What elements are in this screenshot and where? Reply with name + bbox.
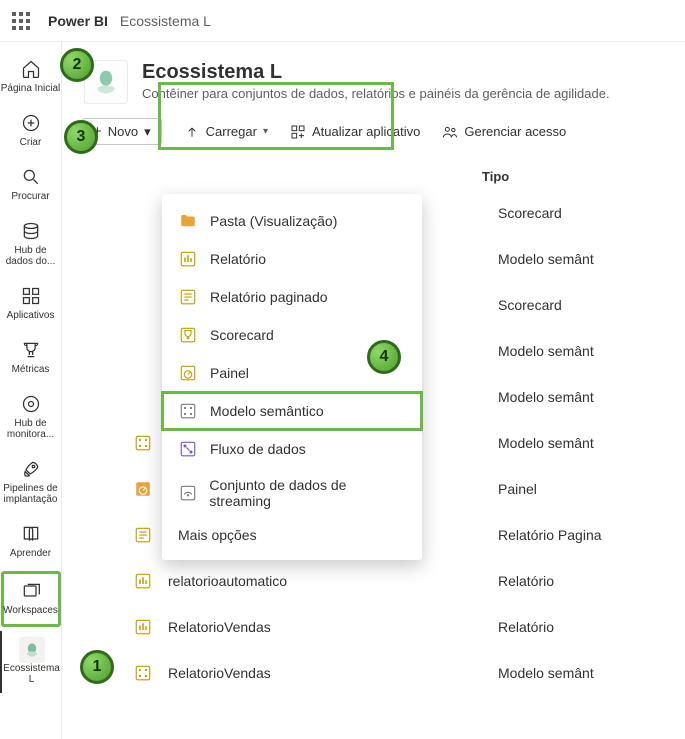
workspaces-icon [20, 580, 42, 602]
dashboard-icon [132, 478, 154, 500]
nav-create[interactable]: Criar [1, 106, 61, 156]
nav-workspaces[interactable]: Workspaces [1, 571, 61, 627]
semantic-model-icon [132, 340, 154, 362]
home-icon [20, 58, 42, 80]
semantic-model-icon [132, 386, 154, 408]
update-app-icon [290, 124, 306, 140]
table-row[interactable]: relatorioautomaticoRelatório [62, 558, 685, 604]
menu-folder[interactable]: Pasta (Visualização) [162, 202, 422, 240]
nav-learn[interactable]: Aprender [1, 517, 61, 567]
chevron-down-icon: ▾ [263, 126, 268, 137]
nav-home[interactable]: Página Inicial [1, 52, 61, 102]
semantic-model-icon [178, 401, 198, 421]
apps-icon [20, 285, 42, 307]
book-icon [20, 523, 42, 545]
new-button[interactable]: + Novo ▾ [82, 118, 162, 145]
table-row[interactable]: RelatorioVendasRelatório [62, 604, 685, 650]
upload-icon [184, 124, 200, 140]
search-icon [20, 166, 42, 188]
scorecard-icon [132, 294, 154, 316]
chevron-down-icon: ▾ [144, 124, 151, 140]
report-icon [132, 616, 154, 638]
dataflow-icon [178, 439, 198, 459]
upload-button[interactable]: Carregar ▾ [184, 124, 268, 140]
rocket-icon [20, 458, 42, 480]
scorecard-icon [132, 202, 154, 224]
report-icon [132, 570, 154, 592]
workspace-description: Contêiner para conjuntos de dados, relat… [142, 86, 610, 101]
nav-datahub[interactable]: Hub de dados do... [1, 214, 61, 275]
col-header-type[interactable]: Tipo [482, 169, 665, 184]
dashboard-icon [178, 363, 198, 383]
app-launcher-icon[interactable] [12, 12, 30, 30]
scorecard-icon [178, 325, 198, 345]
menu-report[interactable]: Relatório [162, 240, 422, 278]
nav-monitorhub[interactable]: Hub de monitora... [1, 387, 61, 448]
menu-dataflow[interactable]: Fluxo de dados [162, 430, 422, 468]
streaming-icon [178, 483, 197, 503]
manage-access-button[interactable]: Gerenciar acesso [442, 124, 566, 140]
new-dropdown-menu: Pasta (Visualização) Relatório Relatório… [162, 194, 422, 560]
table-row[interactable]: RelatorioVendasModelo semânt [62, 650, 685, 696]
people-icon [442, 124, 458, 140]
menu-more-options[interactable]: Mais opções [162, 518, 422, 552]
brand-label: Power BI [48, 13, 108, 29]
workspace-avatar-icon [19, 637, 45, 663]
trophy-icon [20, 339, 42, 361]
nav-browse[interactable]: Procurar [1, 160, 61, 210]
breadcrumb-current[interactable]: Ecossistema L [120, 13, 211, 29]
folder-icon [178, 211, 198, 231]
workspace-thumb-icon [84, 60, 128, 104]
menu-paginated-report[interactable]: Relatório paginado [162, 278, 422, 316]
menu-streaming-dataset[interactable]: Conjunto de dados de streaming [162, 468, 422, 518]
col-header-name[interactable] [82, 169, 482, 184]
menu-scorecard[interactable]: Scorecard [162, 316, 422, 354]
menu-dashboard[interactable]: Painel [162, 354, 422, 392]
paginated-report-icon [178, 287, 198, 307]
workspace-title: Ecossistema L [142, 60, 610, 84]
plus-icon: + [93, 123, 102, 140]
side-nav: Página Inicial Criar Procurar Hub de dad… [0, 42, 62, 739]
semantic-model-icon [132, 662, 154, 684]
semantic-model-icon [132, 248, 154, 270]
plus-circle-icon [20, 112, 42, 134]
nav-metrics[interactable]: Métricas [1, 333, 61, 383]
update-app-button[interactable]: Atualizar aplicativo [290, 124, 420, 140]
nav-pipelines[interactable]: Pipelines de implantação [1, 452, 61, 513]
paginated-report-icon [132, 524, 154, 546]
menu-semantic-model[interactable]: Modelo semântico [162, 392, 422, 430]
monitor-icon [20, 393, 42, 415]
report-icon [178, 249, 198, 269]
nav-apps[interactable]: Aplicativos [1, 279, 61, 329]
nav-current-workspace[interactable]: Ecossistema L [0, 631, 62, 693]
datahub-icon [20, 220, 42, 242]
semantic-model-icon [132, 432, 154, 454]
